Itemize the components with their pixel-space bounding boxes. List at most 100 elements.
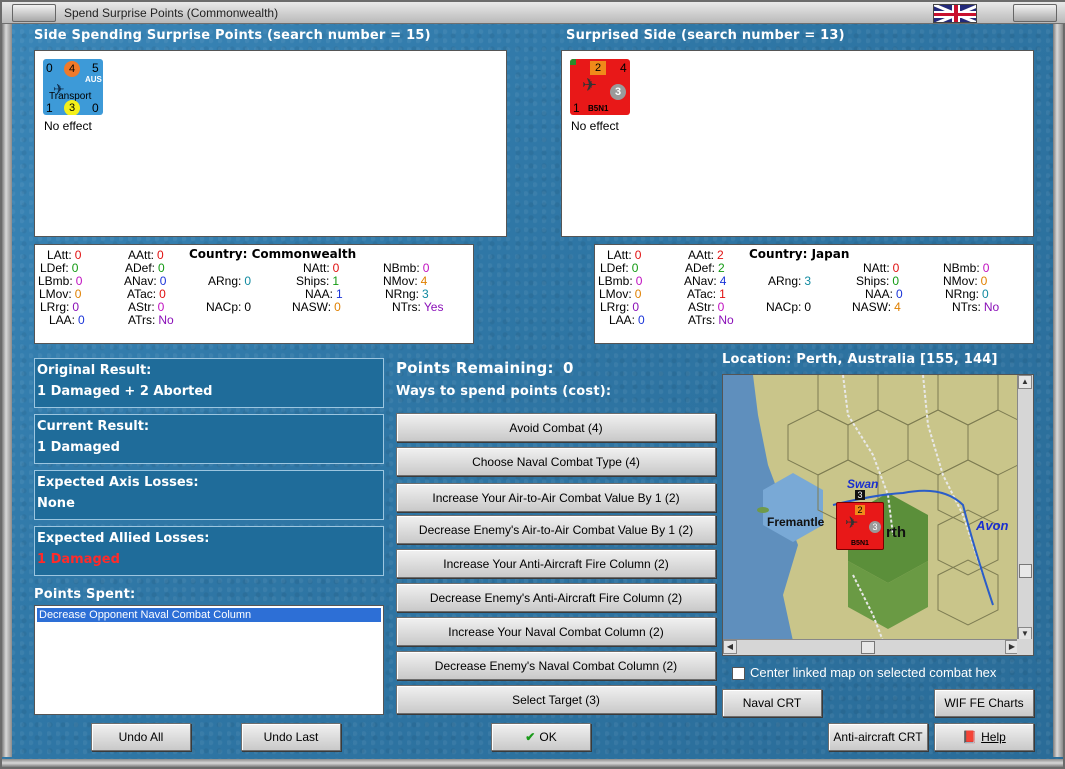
map-label-fremantle: Fremantle	[767, 515, 825, 529]
original-result-box: Original Result: 1 Damaged + 2 Aborted	[34, 358, 384, 408]
stat-label: NTrs:	[952, 300, 981, 314]
wif-fe-charts-button[interactable]: WIF FE Charts	[934, 689, 1034, 717]
stat-label: AStr:	[128, 300, 155, 314]
b5n1-counter[interactable]: 2 4 ✈ 3 1 B5N1	[570, 59, 630, 115]
counter-value: 1	[46, 101, 53, 115]
counter-nation: AUS	[85, 75, 102, 84]
counter-circle: 3	[869, 521, 881, 533]
naval-crt-button[interactable]: Naval CRT	[722, 689, 822, 717]
axis-losses-value: None	[37, 496, 75, 511]
scroll-left-icon[interactable]: ◀	[723, 640, 737, 654]
stat-label: ARng:	[208, 274, 242, 288]
stat-value: 0	[159, 274, 167, 288]
stat-value: 1	[336, 287, 343, 301]
country-label: Country: Japan	[749, 247, 850, 261]
points-spent-list[interactable]: Decrease Opponent Naval Combat Column	[34, 605, 384, 715]
system-menu-button[interactable]	[12, 4, 56, 22]
scroll-up-icon[interactable]: ▲	[1018, 375, 1032, 389]
stat-label: ATac:	[127, 287, 157, 301]
increase-naval-column-button[interactable]: Increase Your Naval Combat Column (2)	[396, 617, 716, 646]
stat-value: 4	[719, 274, 727, 288]
allied-losses-value: 1 Damaged	[37, 552, 120, 567]
stat-value: 1	[719, 287, 726, 301]
map-b5n1-counter[interactable]: 2 ✈ 3 B5N1	[836, 502, 884, 550]
stat-value: 0	[332, 261, 340, 275]
frame-right	[1053, 24, 1063, 757]
stat-value: 0	[71, 261, 79, 275]
frame-left	[2, 24, 12, 757]
stat-value: 0	[892, 261, 900, 275]
stat-label: NMov:	[383, 274, 418, 288]
undo-last-button[interactable]: Undo Last	[241, 723, 341, 751]
stat-value: 0	[75, 274, 83, 288]
points-remaining-label: Points Remaining:	[396, 359, 554, 377]
stat-label: LRrg:	[40, 300, 70, 314]
stat-value: 0	[157, 300, 165, 314]
select-target-button[interactable]: Select Target (3)	[396, 685, 716, 714]
scroll-corner	[1017, 639, 1033, 655]
decrease-enemy-air-to-air-button[interactable]: Decrease Enemy's Air-to-Air Combat Value…	[396, 515, 716, 544]
ok-button[interactable]: ✔ OK	[491, 723, 591, 751]
counter-value: 0	[92, 101, 99, 115]
stat-value: 2	[718, 261, 725, 275]
spending-units-panel: 0 4 5 AUS ✈ Transport 1 3 0 No effect	[34, 50, 507, 237]
counter-circle: 4	[64, 61, 80, 77]
stat-value: 0	[634, 287, 642, 301]
stat-value: 0	[638, 313, 645, 327]
undo-all-button[interactable]: Undo All	[91, 723, 191, 751]
transport-counter[interactable]: 0 4 5 AUS ✈ Transport 1 3 0	[43, 59, 103, 115]
list-item[interactable]: Decrease Opponent Naval Combat Column	[37, 608, 381, 622]
stat-value: 0	[78, 313, 85, 327]
stat-label: AAtt:	[688, 248, 715, 262]
stat-label: LDef:	[600, 261, 629, 275]
linked-map[interactable]: Swan Fremantle rth Avon 3 2 ✈ 3 B5N1 ▲ ▼…	[722, 374, 1034, 656]
green-marker	[570, 59, 576, 65]
stat-value: 0	[157, 248, 164, 262]
stat-label: NAA:	[305, 287, 334, 301]
surprised-stats-panel: LAtt: 0 LDef: 0 LBmb: 0 LMov: 0 LRrg: 0 LAA: 0…	[594, 244, 1034, 344]
decrease-enemy-aa-column-button[interactable]: Decrease Enemy's Anti-Aircraft Fire Colu…	[396, 583, 716, 612]
counter-name: B5N1	[851, 540, 869, 547]
center-linked-map-checkbox[interactable]	[732, 667, 745, 680]
stat-label: NASW:	[292, 300, 332, 314]
stat-label: AAtt:	[128, 248, 155, 262]
increase-air-to-air-button[interactable]: Increase Your Air-to-Air Combat Value By…	[396, 483, 716, 512]
current-result-value: 1 Damaged	[37, 440, 120, 455]
avoid-combat-button[interactable]: Avoid Combat (4)	[396, 413, 716, 442]
stat-value: 4	[420, 274, 428, 288]
stat-value: Yes	[423, 300, 444, 314]
stat-label: NMov:	[943, 274, 978, 288]
stat-label: LAtt:	[607, 248, 632, 262]
help-button[interactable]: 📕 Help	[934, 723, 1034, 751]
stat-value: 0	[72, 300, 80, 314]
increase-aa-column-button[interactable]: Increase Your Anti-Aircraft Fire Column …	[396, 549, 716, 578]
stat-value: 0	[244, 300, 252, 314]
check-icon: ✔	[525, 730, 536, 744]
stat-value: 0	[158, 261, 165, 275]
stat-label: AStr:	[688, 300, 715, 314]
stat-value: 0	[892, 274, 900, 288]
current-result-box: Current Result: 1 Damaged	[34, 414, 384, 464]
scroll-thumb[interactable]	[861, 641, 875, 654]
stat-label: ATrs:	[128, 313, 156, 327]
scroll-thumb[interactable]	[1019, 564, 1032, 578]
stat-value: No	[983, 300, 1000, 314]
stat-value: 0	[804, 300, 812, 314]
stat-label: LAA:	[49, 313, 76, 327]
close-button[interactable]	[1013, 4, 1057, 22]
counter-value: 4	[620, 61, 627, 75]
spending-stats-panel: LAtt: 0 LDef: 0 LBmb: 0 LMov: 0 LRrg: 0 LAA: 0…	[34, 244, 474, 344]
map-vertical-scrollbar[interactable]: ▲ ▼	[1017, 375, 1033, 641]
stat-label: LMov:	[39, 287, 72, 301]
center-linked-map-label: Center linked map on selected combat hex	[750, 665, 997, 680]
anti-aircraft-crt-button[interactable]: Anti-aircraft CRT	[828, 723, 928, 751]
bomber-plane-icon: ✈	[582, 75, 598, 95]
choose-naval-combat-type-button[interactable]: Choose Naval Combat Type (4)	[396, 447, 716, 476]
original-result-value: 1 Damaged + 2 Aborted	[37, 384, 213, 399]
stat-value: 0	[74, 248, 82, 262]
map-horizontal-scrollbar[interactable]: ◀ ▶	[723, 639, 1019, 655]
points-remaining-value: 0	[563, 359, 574, 377]
decrease-enemy-naval-column-button[interactable]: Decrease Enemy's Naval Combat Column (2)	[396, 651, 716, 680]
stat-value: 0	[631, 261, 639, 275]
stat-value: 4	[894, 300, 901, 314]
